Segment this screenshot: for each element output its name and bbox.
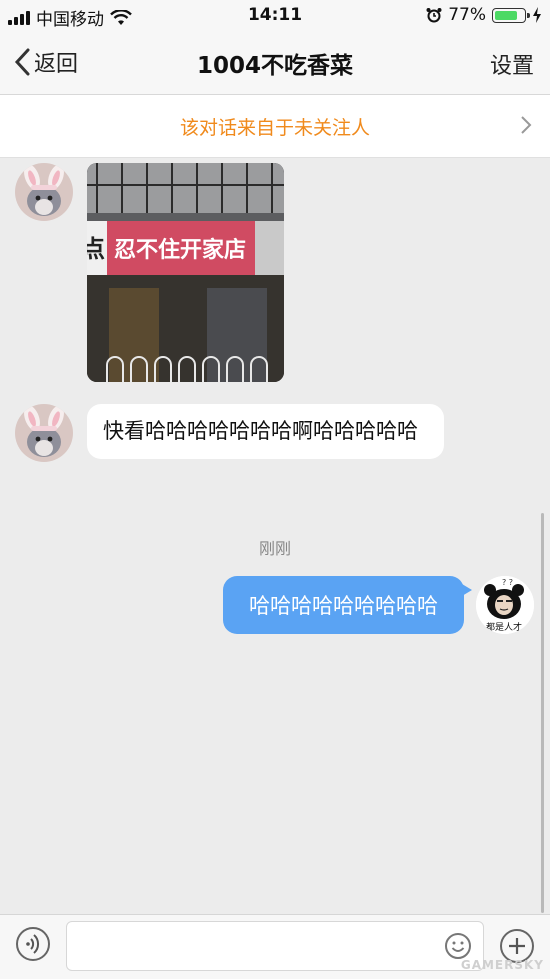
contact-avatar[interactable] bbox=[15, 163, 73, 221]
plus-icon bbox=[509, 938, 525, 954]
stranger-notice-banner[interactable]: 该对话来自于未关注人 bbox=[0, 95, 550, 158]
cat-avatar-icon bbox=[15, 404, 73, 462]
status-right: 77% bbox=[426, 5, 542, 25]
shop-sign-side: 点 bbox=[87, 235, 105, 263]
battery-percent: 77% bbox=[448, 5, 486, 25]
cat-avatar-icon bbox=[15, 163, 73, 221]
incoming-message-bubble[interactable]: 快看哈哈哈哈哈哈哈啊哈哈哈哈哈 bbox=[87, 404, 444, 459]
voice-icon bbox=[26, 934, 40, 954]
status-bar: 中国移动 14:11 77% bbox=[0, 0, 550, 32]
nav-bar: 返回 1004不吃香菜 设置 bbox=[0, 32, 550, 95]
battery-fill bbox=[495, 10, 517, 20]
page-title: 1004不吃香菜 bbox=[196, 53, 353, 79]
message-timestamp: 刚刚 bbox=[258, 539, 291, 558]
avatar-caption: 都是人才 bbox=[486, 621, 522, 633]
chevron-left-icon bbox=[14, 48, 30, 76]
my-avatar[interactable]: ? ? 都是人才 bbox=[476, 576, 534, 634]
watermark: GAMERSKY bbox=[460, 958, 544, 972]
back-button[interactable]: 返回 bbox=[14, 46, 78, 78]
battery-icon bbox=[492, 7, 530, 23]
smiley-icon bbox=[445, 933, 471, 959]
panda-meme-icon: ? ? 都是人才 bbox=[476, 576, 534, 634]
contact-avatar[interactable] bbox=[15, 404, 73, 462]
outgoing-message-bubble[interactable]: 哈哈哈哈哈哈哈哈哈 bbox=[223, 576, 472, 634]
svg-text:? ?: ? ? bbox=[502, 578, 513, 587]
voice-button[interactable] bbox=[16, 927, 50, 961]
incoming-message-text: 快看哈哈哈哈哈哈哈啊哈哈哈哈哈 bbox=[103, 419, 418, 443]
emoji-button[interactable] bbox=[444, 932, 472, 960]
charging-icon bbox=[533, 7, 541, 23]
alarm-icon bbox=[426, 8, 442, 23]
shop-photo: 点 忍不住开家店 bbox=[87, 163, 284, 382]
message-input[interactable] bbox=[66, 921, 484, 971]
chevron-right-icon bbox=[521, 116, 532, 134]
back-label: 返回 bbox=[34, 52, 79, 77]
image-message[interactable]: 点 忍不住开家店 bbox=[87, 163, 284, 382]
notice-text: 该对话来自于未关注人 bbox=[179, 116, 370, 139]
shop-sign-text: 忍不住开家店 bbox=[114, 237, 246, 263]
chat-scrollbar[interactable] bbox=[541, 513, 544, 913]
outgoing-message-text: 哈哈哈哈哈哈哈哈哈 bbox=[249, 594, 438, 618]
settings-button[interactable]: 设置 bbox=[490, 48, 534, 80]
